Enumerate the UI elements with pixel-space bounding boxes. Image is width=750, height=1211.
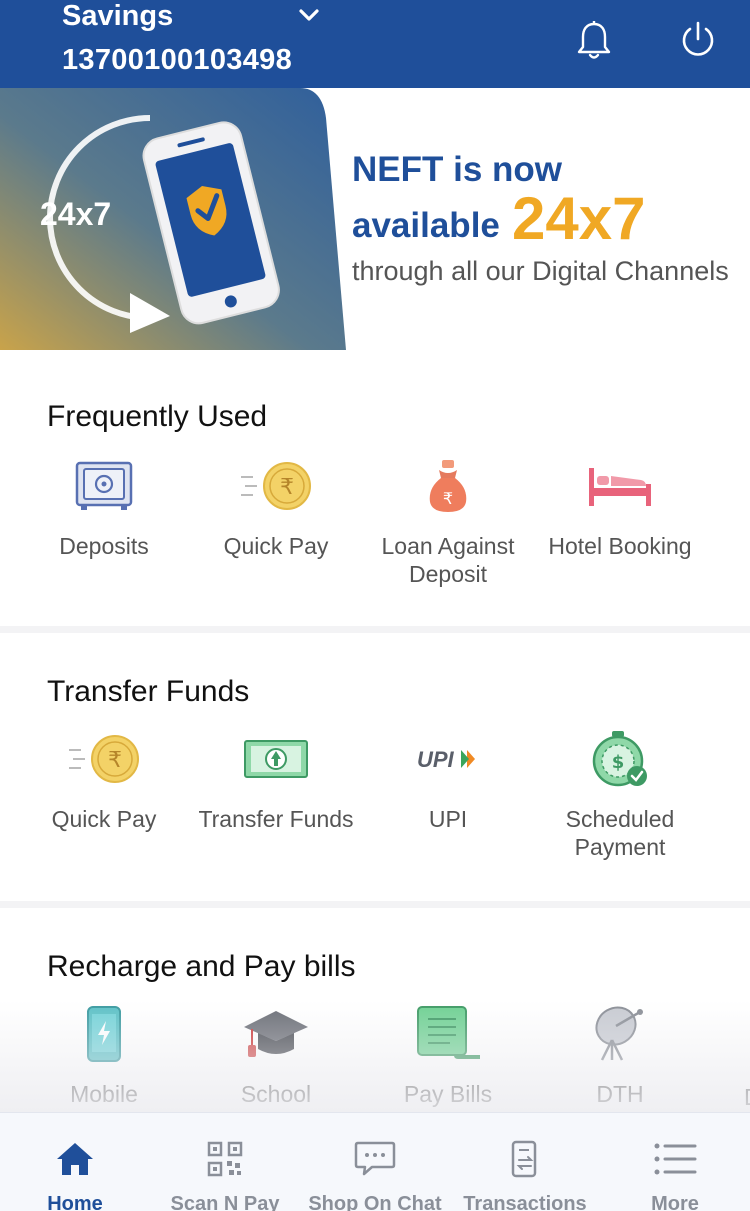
- banner-subtext: through all our Digital Channels: [352, 256, 729, 286]
- safe-icon: [75, 461, 133, 510]
- nav-more[interactable]: More: [600, 1113, 750, 1211]
- transfer-funds-section: Transfer Funds ₹ Quick Pay Transfer Fund…: [0, 633, 750, 901]
- power-icon[interactable]: [678, 20, 718, 60]
- section-divider: [0, 626, 750, 633]
- tile-label: Pay Bills: [403, 1081, 493, 1107]
- tile-transfer-funds[interactable]: Transfer Funds: [190, 729, 362, 833]
- mobile-icon: [87, 1006, 121, 1062]
- menu-list-icon: [654, 1143, 697, 1175]
- tile-quick-pay[interactable]: ₹ Quick Pay: [18, 729, 190, 833]
- tile-dth[interactable]: DTH: [534, 1004, 706, 1108]
- rupee-coin-icon: ₹: [69, 735, 139, 783]
- banner-headline-line2: available: [352, 206, 500, 245]
- tile-label: School: [240, 1081, 312, 1107]
- section-divider: [0, 901, 750, 908]
- nav-home[interactable]: Home: [0, 1113, 150, 1211]
- tile-deposits[interactable]: Deposits: [18, 456, 190, 560]
- app-header: Savings 13700100103498: [0, 0, 750, 88]
- svg-text:₹: ₹: [108, 748, 122, 773]
- rupee-coin-icon: ₹: [241, 462, 311, 510]
- satellite-dish-icon: [595, 1006, 643, 1061]
- tile-label: DTH: [596, 1081, 644, 1107]
- svg-text:UPI: UPI: [417, 747, 455, 772]
- recharge-section: Recharge and Pay bills Mobile School Pay…: [0, 908, 750, 1112]
- section-title: Recharge and Pay bills: [47, 950, 356, 983]
- tile-label: Quick Pay: [51, 806, 157, 832]
- tile-label: Scheduled Payment: [565, 806, 675, 860]
- money-bag-icon: ₹: [429, 460, 467, 512]
- neft-promo-banner[interactable]: 24x7 NEFT is now available 24x7 through …: [0, 88, 750, 350]
- tile-label: Quick Pay: [223, 533, 329, 559]
- tile-upi[interactable]: UPI UPI: [362, 729, 534, 833]
- tile-loan-against-deposit[interactable]: ₹ Loan Against Deposit: [362, 456, 534, 588]
- tile-label: UPI: [428, 806, 468, 832]
- home-icon: [57, 1143, 93, 1175]
- svg-text:₹: ₹: [280, 475, 294, 500]
- nav-label: More: [651, 1193, 699, 1211]
- frequently-used-section: Frequently Used Deposits ₹ Quick Pay ₹ L…: [0, 350, 750, 626]
- nav-scan-n-pay[interactable]: Scan N Pay: [150, 1113, 300, 1211]
- bill-scroll-icon: [417, 1006, 480, 1059]
- banner-badge: 24x7: [40, 196, 112, 232]
- tile-label: Transfer Funds: [198, 806, 354, 832]
- chevron-down-icon[interactable]: [298, 6, 320, 24]
- svg-text:₹: ₹: [443, 489, 453, 508]
- nav-transactions[interactable]: Transactions: [450, 1113, 600, 1211]
- banknote-arrow-icon: [244, 740, 308, 778]
- bottom-nav: Home Scan N Pay Shop On Chat Transaction…: [0, 1112, 750, 1211]
- bell-icon[interactable]: [576, 20, 612, 62]
- banner-highlight: 24x7: [512, 185, 646, 252]
- tile-school[interactable]: School: [190, 1004, 362, 1108]
- svg-text:$: $: [612, 752, 625, 773]
- account-number: 13700100103498: [62, 44, 292, 76]
- upi-logo-icon: UPI: [417, 747, 475, 772]
- nav-label: Scan N Pay: [170, 1193, 280, 1211]
- partial-tile-label[interactable]: D: [744, 1084, 750, 1111]
- graduation-cap-icon: [244, 1011, 308, 1057]
- nav-label: Transactions: [463, 1193, 587, 1211]
- tile-quick-pay[interactable]: ₹ Quick Pay: [190, 456, 362, 560]
- qr-code-icon: [207, 1141, 243, 1177]
- tile-pay-bills[interactable]: Pay Bills: [362, 1004, 534, 1108]
- transactions-icon: [511, 1140, 537, 1178]
- bed-icon: [589, 468, 651, 506]
- section-title: Transfer Funds: [47, 675, 250, 708]
- tile-label: Hotel Booking: [548, 533, 692, 559]
- tile-label: Mobile: [70, 1081, 138, 1107]
- nav-label: Shop On Chat: [308, 1193, 442, 1211]
- tile-scheduled-payment[interactable]: $ Scheduled Payment: [534, 729, 706, 861]
- tile-mobile[interactable]: Mobile: [18, 1004, 190, 1108]
- chat-icon: [354, 1141, 396, 1176]
- nav-label: Home: [47, 1193, 103, 1211]
- tile-hotel-booking[interactable]: Hotel Booking: [534, 456, 706, 560]
- nav-shop-on-chat[interactable]: Shop On Chat: [300, 1113, 450, 1211]
- account-type-selector[interactable]: Savings: [62, 0, 173, 33]
- stopwatch-dollar-icon: $: [592, 731, 647, 787]
- tile-label: Deposits: [59, 533, 149, 559]
- section-title: Frequently Used: [47, 400, 268, 433]
- tile-label: Loan Against Deposit: [381, 533, 515, 587]
